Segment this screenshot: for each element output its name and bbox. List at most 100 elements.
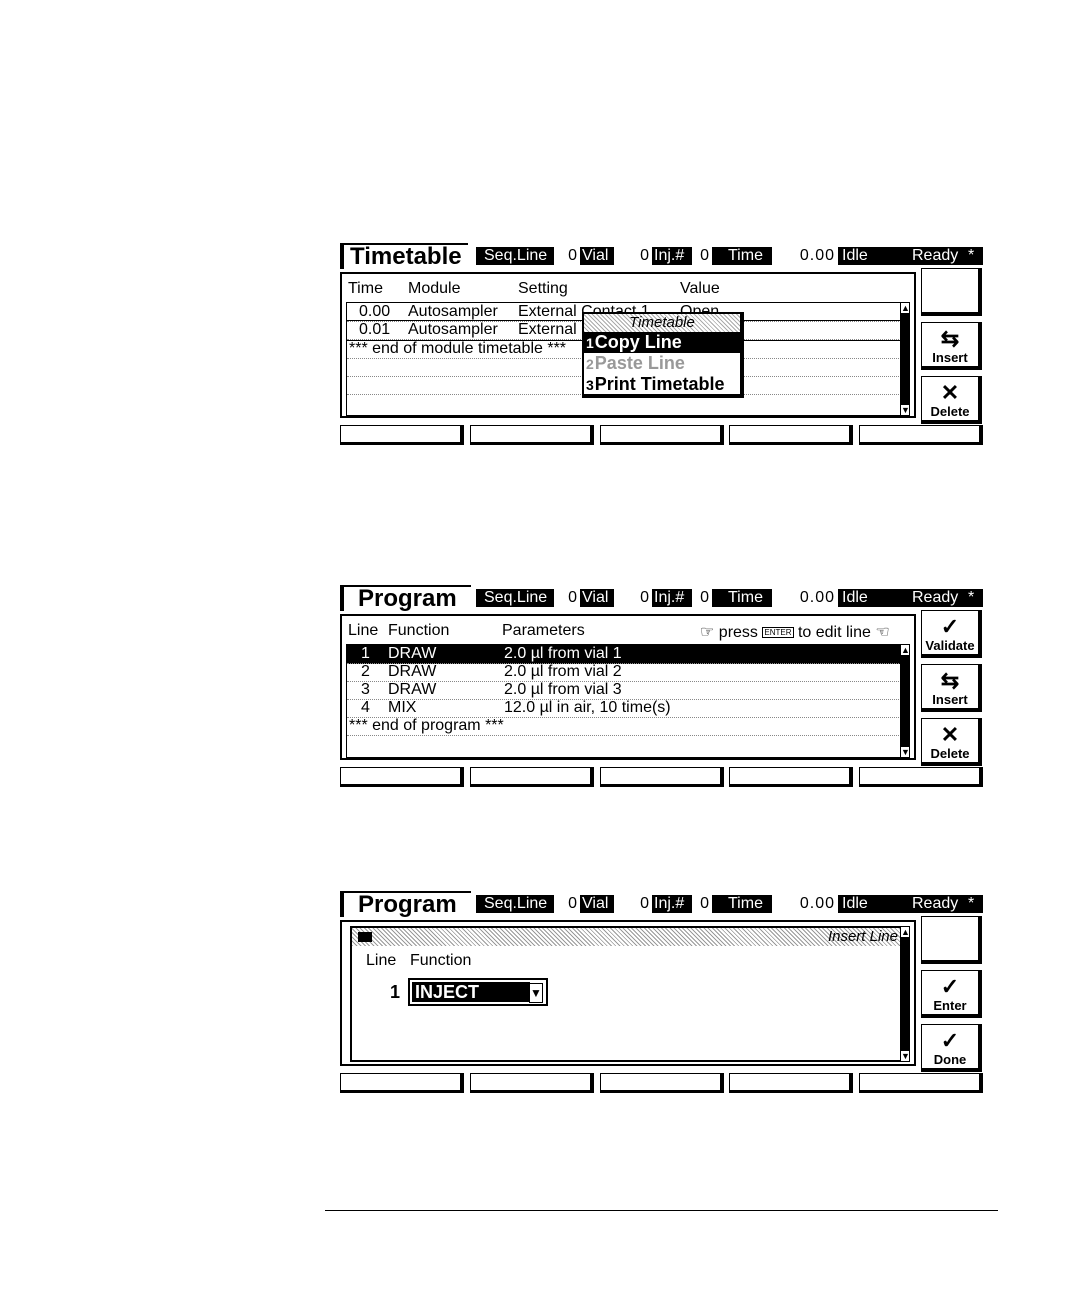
table-row-selected[interactable]: 1 DRAW 2.0 µl from vial 1 — [347, 645, 901, 664]
program-insert-screen: Program Seq.Line 0 Vial 0 Inj.# 0 Time 0… — [340, 891, 983, 1096]
insert-button[interactable]: ⇆ Insert — [921, 664, 982, 712]
f4-key[interactable] — [729, 425, 853, 445]
side-key-blank[interactable] — [921, 916, 982, 964]
f3-key[interactable] — [600, 425, 724, 445]
inj-value: 0 — [692, 895, 712, 913]
header-bar: Timetable Seq.Line 0 Vial 0 Inj.# 0 Time… — [340, 243, 983, 269]
status-star: * — [968, 589, 975, 606]
pointing-hand-icon: ☞ — [700, 624, 715, 641]
side-key-blank[interactable] — [921, 268, 982, 316]
scrollbar[interactable]: ▲ ▼ — [900, 302, 910, 416]
f5-key[interactable] — [859, 425, 983, 445]
program-list[interactable]: 1 DRAW 2.0 µl from vial 1 2 DRAW 2.0 µl … — [346, 644, 902, 758]
checkmark-icon: ✓ — [940, 1028, 960, 1053]
chevron-down-icon[interactable]: ▼ — [529, 983, 543, 1003]
f4-key[interactable] — [729, 1073, 853, 1093]
status-star: * — [968, 247, 975, 264]
status-bar: Seq.Line 0 Vial 0 Inj.# 0 Time 0.00 Idle… — [476, 895, 983, 913]
table-row[interactable]: 2 DRAW 2.0 µl from vial 2 — [347, 663, 901, 682]
done-button[interactable]: ✓ Done — [921, 1024, 982, 1072]
time-label: Time — [728, 247, 763, 264]
table-row[interactable]: 3 DRAW 2.0 µl from vial 3 — [347, 681, 901, 700]
menu-item-copy-line[interactable]: 1Copy Line — [584, 332, 740, 353]
col-value: Value — [680, 280, 720, 297]
status-bar: Seq.Line 0 Vial 0 Inj.# 0 Time 0.00 Idle… — [476, 247, 983, 265]
header-bar: Program Seq.Line 0 Vial 0 Inj.# 0 Time 0… — [340, 891, 983, 917]
line-number: 1 — [390, 982, 401, 1002]
f2-key[interactable] — [470, 425, 594, 445]
f2-key[interactable] — [470, 1073, 594, 1093]
f1-key[interactable] — [340, 425, 464, 445]
menu-item-print-timetable[interactable]: 3Print Timetable — [584, 374, 740, 395]
f2-key[interactable] — [470, 767, 594, 787]
insert-icon: ⇆ — [940, 326, 960, 351]
timetable-popup-menu: Timetable 1Copy Line 2Paste Line 3Print … — [582, 312, 744, 398]
timetable-screen: Timetable Seq.Line 0 Vial 0 Inj.# 0 Time… — [340, 243, 983, 448]
vial-value: 0 — [614, 895, 652, 913]
col-line: Line — [366, 952, 397, 969]
scroll-up-icon[interactable]: ▲ — [901, 303, 910, 313]
col-module: Module — [408, 280, 461, 297]
screen-title: Program — [340, 585, 471, 611]
popup-title: Timetable — [584, 314, 740, 332]
scroll-down-icon[interactable]: ▼ — [901, 1051, 910, 1061]
function-select[interactable]: INJECT ▼ — [408, 978, 548, 1006]
dialog-menu-icon[interactable] — [358, 932, 372, 942]
inj-label: Inj.# — [654, 247, 685, 264]
f1-key[interactable] — [340, 767, 464, 787]
timetable-panel: Time Module Setting Value 0.00 Autosampl… — [340, 272, 916, 418]
enter-button[interactable]: ✓ Enter — [921, 970, 982, 1018]
pointing-hand-left-icon: ☜ — [875, 624, 890, 641]
program-panel: Line Function Parameters ☞ press ENTER t… — [340, 614, 916, 760]
time-value: 0.00 — [772, 589, 838, 607]
f4-key[interactable] — [729, 767, 853, 787]
vial-label: Vial — [582, 895, 609, 912]
col-setting: Setting — [518, 280, 568, 297]
insert-button[interactable]: ⇆ Insert — [921, 322, 982, 370]
col-time: Time — [348, 280, 383, 297]
f3-key[interactable] — [600, 1073, 724, 1093]
function-keys — [340, 1073, 983, 1095]
delete-button[interactable]: ✕ Delete — [921, 376, 982, 424]
seq-line-value: 0 — [554, 247, 580, 265]
col-function: Function — [388, 622, 450, 639]
scroll-down-icon[interactable]: ▼ — [901, 747, 910, 757]
delete-button[interactable]: ✕ Delete — [921, 718, 982, 766]
table-row[interactable]: 4 MIX 12.0 µl in air, 10 time(s) — [347, 699, 901, 718]
seq-line-value: 0 — [554, 895, 580, 913]
inj-value: 0 — [692, 247, 712, 265]
validate-button[interactable]: ✓ Validate — [921, 610, 982, 658]
seq-line-label: Seq.Line — [484, 247, 548, 264]
scroll-up-icon[interactable]: ▲ — [901, 927, 910, 937]
delete-icon: ✕ — [940, 380, 960, 405]
edit-hint: ☞ press ENTER to edit line ☜ — [700, 624, 890, 641]
time-value: 0.00 — [772, 895, 838, 913]
end-of-program: *** end of program *** — [347, 717, 901, 736]
seq-line-label: Seq.Line — [484, 895, 548, 912]
scroll-up-icon[interactable]: ▲ — [901, 645, 910, 655]
col-function: Function — [410, 952, 472, 969]
header-bar: Program Seq.Line 0 Vial 0 Inj.# 0 Time 0… — [340, 585, 983, 611]
program-panel: Insert Line Line Function 1 INJECT ▼ ▲ ▼ — [340, 920, 916, 1066]
f1-key[interactable] — [340, 1073, 464, 1093]
scrollbar[interactable]: ▲ ▼ — [900, 926, 910, 1062]
f3-key[interactable] — [600, 767, 724, 787]
run-state: Idle — [842, 895, 868, 912]
dialog-title: Insert Line — [827, 928, 898, 945]
f5-key[interactable] — [859, 767, 983, 787]
status-star: * — [968, 895, 975, 912]
time-label: Time — [728, 589, 763, 606]
scrollbar[interactable]: ▲ ▼ — [900, 644, 910, 758]
col-parameters: Parameters — [502, 622, 585, 639]
insert-line-dialog: Insert Line Line Function 1 INJECT ▼ — [350, 926, 906, 1062]
seq-line-label: Seq.Line — [484, 589, 548, 606]
time-value: 0.00 — [772, 247, 838, 265]
function-keys — [340, 425, 983, 447]
inj-label: Inj.# — [654, 589, 685, 606]
scroll-down-icon[interactable]: ▼ — [901, 405, 910, 415]
menu-item-paste-line[interactable]: 2Paste Line — [584, 353, 740, 374]
time-label: Time — [728, 895, 763, 912]
screen-title: Timetable — [340, 243, 468, 269]
f5-key[interactable] — [859, 1073, 983, 1093]
program-screen: Program Seq.Line 0 Vial 0 Inj.# 0 Time 0… — [340, 585, 983, 790]
